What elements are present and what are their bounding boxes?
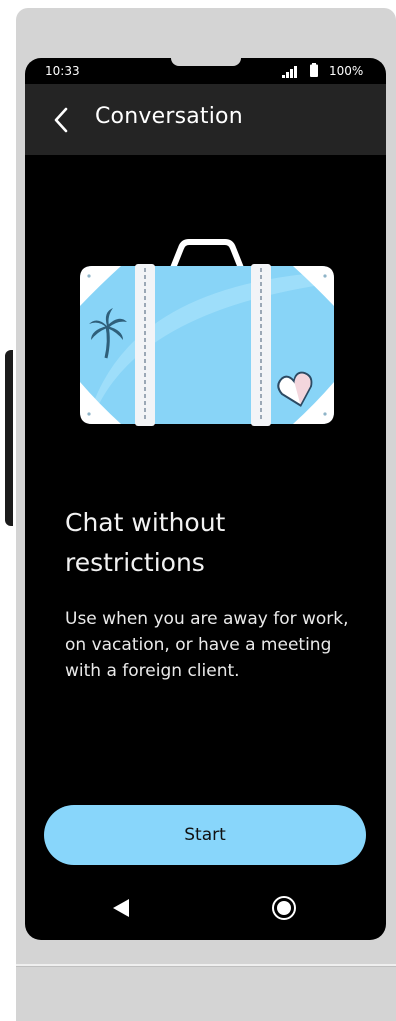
status-time: 10:33 — [45, 64, 80, 78]
phone-screen: 10:33 100% Conversation Chat without res… — [25, 58, 386, 940]
side-button — [5, 350, 13, 526]
battery-percentage: 100% — [329, 64, 364, 78]
suitcase-illustration — [80, 239, 334, 426]
back-button[interactable] — [47, 102, 75, 138]
onboarding-headline: Chat without restrictions — [65, 508, 226, 577]
page-title: Conversation — [95, 104, 243, 129]
onboarding-description: Use when you are away for work, on vacat… — [65, 609, 349, 681]
signal-icon — [282, 66, 297, 78]
device-chin-edge — [16, 966, 396, 967]
start-button[interactable]: Start — [44, 805, 366, 865]
app-bar: Conversation — [25, 84, 386, 155]
status-bar: 10:33 100% — [25, 58, 386, 84]
battery-icon — [310, 63, 318, 77]
nav-back-icon[interactable] — [112, 898, 130, 918]
back-arrow-icon — [54, 107, 68, 133]
nav-home-icon[interactable] — [271, 895, 297, 921]
